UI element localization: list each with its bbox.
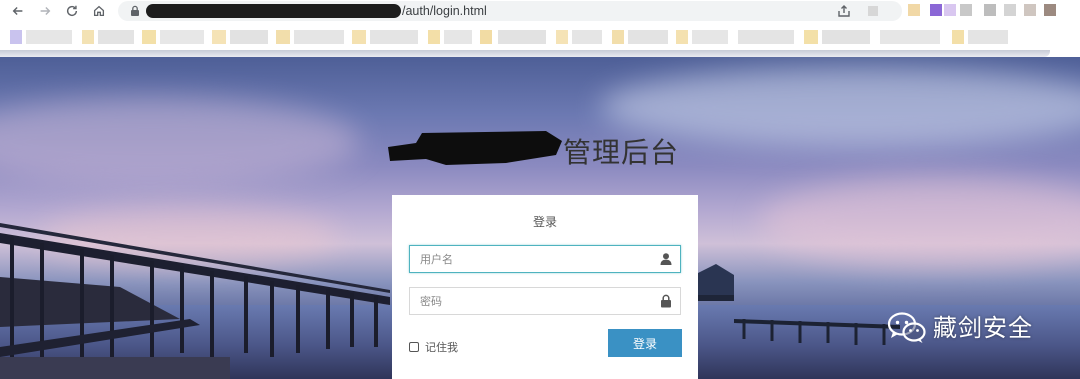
bookmark-item[interactable] <box>370 30 418 44</box>
forward-icon <box>40 7 51 15</box>
profile-avatar[interactable] <box>1044 4 1056 16</box>
home-button[interactable] <box>89 1 109 21</box>
page-title: 管理后台 <box>563 136 680 169</box>
extension-icon[interactable] <box>930 4 942 16</box>
remember-me[interactable]: 记住我 <box>409 339 458 355</box>
back-button[interactable] <box>8 1 28 21</box>
watermark-text: 藏剑安全 <box>933 314 1033 342</box>
extension-icon[interactable] <box>944 4 956 16</box>
username-input[interactable] <box>410 246 650 272</box>
bookmark-item[interactable] <box>822 30 870 44</box>
extension-icon[interactable] <box>1024 4 1036 16</box>
bookmark-item[interactable] <box>968 30 1008 44</box>
password-field[interactable] <box>409 287 681 315</box>
bookmark-item[interactable] <box>26 30 72 44</box>
bookmark-item[interactable] <box>82 30 94 44</box>
password-input[interactable] <box>410 288 650 314</box>
redacted-domain <box>146 4 401 18</box>
home-icon <box>93 5 105 17</box>
login-heading: 登录 <box>532 215 557 229</box>
bookmark-item[interactable] <box>556 30 568 44</box>
wechat-watermark: 藏剑安全 <box>887 311 1033 345</box>
bookmark-item[interactable] <box>952 30 964 44</box>
bookmark-item[interactable] <box>572 30 602 44</box>
toolbar-shadow <box>0 50 1050 57</box>
padlock-icon <box>661 294 671 308</box>
browser-toolbar: /auth/login.html <box>0 0 1080 24</box>
remember-label: 记住我 <box>425 341 458 354</box>
extension-icon[interactable] <box>1004 4 1016 16</box>
bookmark-item[interactable] <box>444 30 472 44</box>
username-field[interactable] <box>409 245 681 273</box>
bookmark-item[interactable] <box>804 30 818 44</box>
share-icon[interactable] <box>836 3 852 19</box>
bookmark-item[interactable] <box>880 30 940 44</box>
remember-checkbox[interactable] <box>409 342 419 352</box>
bookmark-item[interactable] <box>738 30 794 44</box>
url-path: /auth/login.html <box>402 4 487 18</box>
back-icon <box>12 7 23 15</box>
bookmark-item[interactable] <box>10 30 22 44</box>
extension-icon[interactable] <box>908 4 920 16</box>
bookmark-item[interactable] <box>160 30 204 44</box>
bookmark-item[interactable] <box>692 30 728 44</box>
bookmark-item[interactable] <box>212 30 226 44</box>
extension-icon[interactable] <box>984 4 996 16</box>
lock-icon <box>131 5 139 16</box>
bookmark-item[interactable] <box>276 30 290 44</box>
bookmark-item[interactable] <box>628 30 668 44</box>
redacted-brand-name <box>388 131 562 165</box>
address-bar[interactable]: /auth/login.html <box>118 1 902 21</box>
bookmark-item[interactable] <box>676 30 688 44</box>
forward-button[interactable] <box>35 1 55 21</box>
bookmark-item[interactable] <box>98 30 134 44</box>
login-button[interactable]: 登录 <box>608 329 682 357</box>
bookmark-item[interactable] <box>428 30 440 44</box>
bookmark-item[interactable] <box>352 30 366 44</box>
bookmark-item[interactable] <box>612 30 624 44</box>
user-icon <box>660 253 672 265</box>
bookmark-item[interactable] <box>480 30 492 44</box>
extension-icon[interactable] <box>960 4 972 16</box>
bookmark-item[interactable] <box>498 30 546 44</box>
bookmark-item[interactable] <box>294 30 344 44</box>
bookmarks-bar <box>0 24 1080 50</box>
bookmark-item[interactable] <box>230 30 268 44</box>
wechat-icon <box>887 312 926 343</box>
blurred-icon <box>868 6 878 16</box>
reload-button[interactable] <box>62 1 82 21</box>
reload-icon <box>66 5 78 17</box>
login-form: 登录 记住我 登录 <box>392 195 698 379</box>
bookmark-item[interactable] <box>142 30 156 44</box>
